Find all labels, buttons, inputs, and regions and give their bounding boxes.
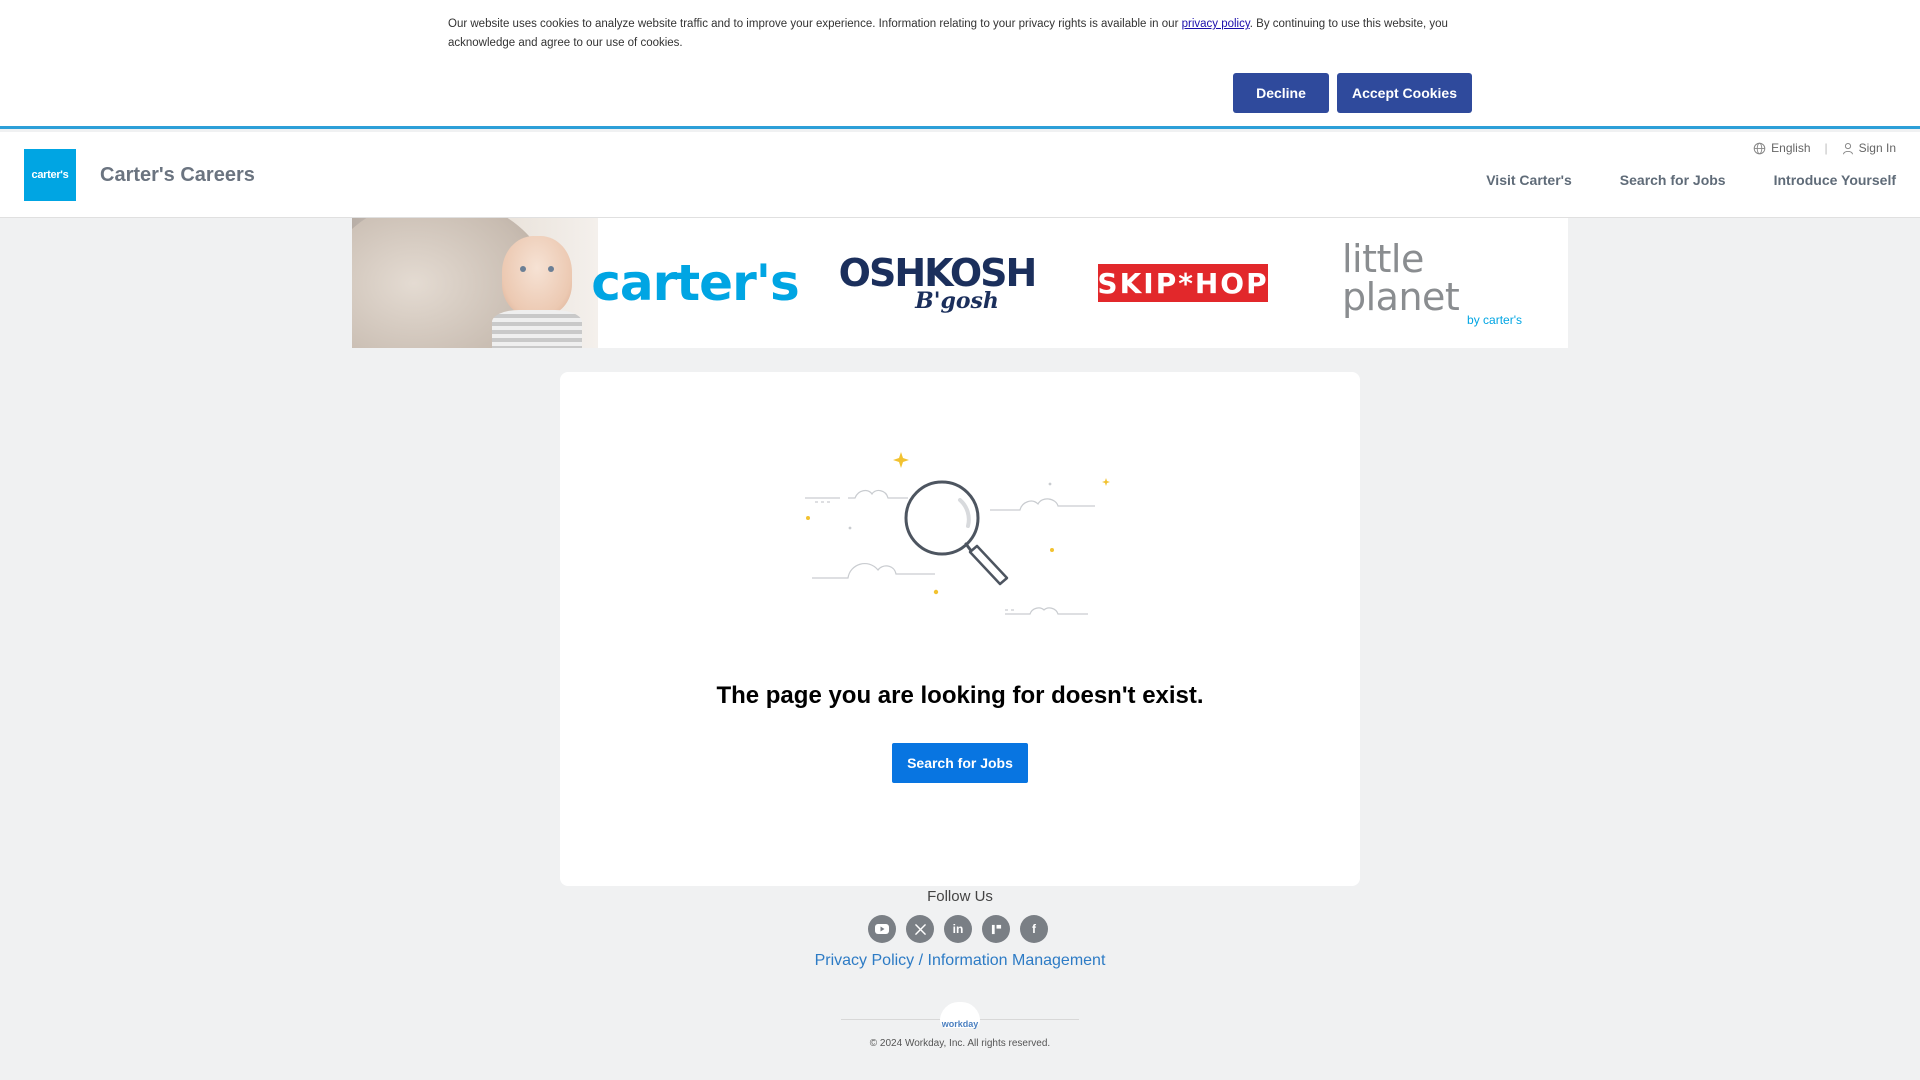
banner-photo xyxy=(352,218,598,348)
glassdoor-icon[interactable] xyxy=(982,915,1010,943)
skiphop-text: SKIP*HOP xyxy=(1097,266,1269,300)
decline-cookies-button[interactable]: Decline xyxy=(1233,73,1329,113)
little-planet-brand-logo: little planet by carter's xyxy=(1342,218,1522,348)
cookie-banner: Our website uses cookies to analyze webs… xyxy=(0,0,1920,129)
follow-us-label: Follow Us xyxy=(927,888,993,905)
util-divider: | xyxy=(1824,141,1828,155)
photo-baby xyxy=(502,236,572,316)
carters-brand-text: carter's xyxy=(591,254,800,312)
linkedin-icon[interactable]: in xyxy=(944,915,972,943)
carters-logo[interactable]: carter's xyxy=(24,149,76,201)
nav-visit-carters[interactable]: Visit Carter's xyxy=(1486,172,1572,188)
utility-nav: English | Sign In xyxy=(1753,141,1896,155)
search-for-jobs-button[interactable]: Search for Jobs xyxy=(892,743,1028,783)
facebook-icon[interactable]: f xyxy=(1020,915,1048,943)
nav-search-for-jobs[interactable]: Search for Jobs xyxy=(1620,172,1726,188)
footer-links: Privacy Policy / Information Management xyxy=(0,952,1920,970)
x-glyph xyxy=(914,923,926,935)
not-found-card: The page you are looking for doesn't exi… xyxy=(560,372,1360,886)
nav-introduce-yourself[interactable]: Introduce Yourself xyxy=(1774,172,1896,188)
privacy-policy-link[interactable]: privacy policy xyxy=(1182,18,1250,30)
youtube-glyph xyxy=(875,924,889,934)
sign-in-label: Sign In xyxy=(1858,141,1896,155)
linkedin-glyph: in xyxy=(952,922,964,936)
site-header: carter's Carter's Careers English | Sign… xyxy=(0,132,1920,218)
copyright: © 2024 Workday, Inc. All rights reserved… xyxy=(869,1038,1051,1049)
little-planet-text: little planet xyxy=(1342,237,1460,319)
workday-logo: workday xyxy=(938,1002,982,1032)
brand-banner: carter's OSHKOSH B'gosh SKIP*HOP little … xyxy=(352,218,1568,348)
skiphop-box: SKIP*HOP xyxy=(1097,264,1269,302)
x-icon[interactable] xyxy=(906,915,934,943)
globe-icon xyxy=(1753,142,1766,154)
magnifying-glass-icon xyxy=(904,480,1009,586)
little-planet-subtext: by carter's xyxy=(1467,313,1522,327)
photo-eye xyxy=(520,266,526,272)
glassdoor-glyph xyxy=(991,924,1001,934)
bgosh-text: B'gosh xyxy=(915,288,999,314)
user-icon xyxy=(1842,142,1853,154)
accept-cookies-button[interactable]: Accept Cookies xyxy=(1337,73,1472,113)
skiphop-brand-logo: SKIP*HOP xyxy=(1097,218,1269,348)
cookie-message: Our website uses cookies to analyze webs… xyxy=(448,15,1480,53)
privacy-policy-footer-link[interactable]: Privacy Policy / Information Management xyxy=(815,952,1106,969)
oshkosh-brand-logo: OSHKOSH B'gosh xyxy=(839,218,1038,348)
social-links: in f xyxy=(868,915,1048,943)
main-nav: Visit Carter's Search for Jobs Introduce… xyxy=(1486,172,1896,188)
workday-logo-text: workday xyxy=(941,1019,979,1029)
language-label: English xyxy=(1771,141,1811,155)
logo-text: carter's xyxy=(31,169,69,181)
site-title[interactable]: Carter's Careers xyxy=(100,164,255,187)
language-selector[interactable]: English xyxy=(1753,141,1811,155)
carters-brand-logo: carter's xyxy=(591,218,800,348)
photo-shirt xyxy=(492,310,582,348)
cookie-text-start: Our website uses cookies to analyze webs… xyxy=(448,18,1182,30)
oshkosh-text: OSHKOSH xyxy=(838,251,1038,295)
sign-in-link[interactable]: Sign In xyxy=(1842,141,1896,155)
photo-eye xyxy=(548,266,554,272)
youtube-icon[interactable] xyxy=(868,915,896,943)
magnifier-illustration xyxy=(805,452,1110,615)
facebook-glyph: f xyxy=(1032,922,1036,936)
error-heading: The page you are looking for doesn't exi… xyxy=(716,682,1204,709)
